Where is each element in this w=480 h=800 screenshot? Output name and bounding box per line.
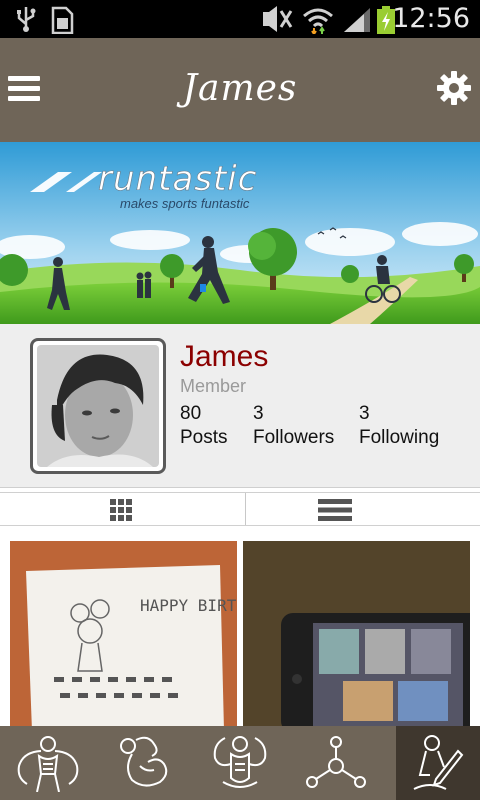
stat-following[interactable]: 3 Following bbox=[359, 402, 439, 450]
bodybuilder-front-icon bbox=[17, 736, 79, 792]
cover-banner: runtastic makes sports funtastic bbox=[0, 142, 480, 324]
grid-view-icon bbox=[110, 499, 132, 521]
app-screen: 12:56 James runtastic makes sports funta… bbox=[0, 0, 480, 800]
profile-name: James bbox=[180, 340, 269, 373]
signal-icon bbox=[342, 6, 372, 39]
post-thumbnail[interactable] bbox=[243, 541, 470, 731]
phone-photo bbox=[243, 541, 470, 731]
post-thumbnail[interactable]: HAPPY BIRTHDAY bbox=[10, 541, 237, 731]
stat-posts[interactable]: 80 Posts bbox=[180, 402, 228, 450]
profile-header: James Member 80 Posts 3 Followers 3 Foll… bbox=[0, 324, 480, 488]
posts-grid: HAPPY BIRTHDAY bbox=[0, 526, 480, 731]
birthday-card-photo: HAPPY BIRTHDAY bbox=[10, 541, 237, 731]
stat-followers[interactable]: 3 Followers bbox=[253, 402, 334, 450]
gear-icon[interactable] bbox=[436, 70, 472, 106]
banner-brand: runtastic bbox=[98, 159, 257, 199]
social-network-icon bbox=[306, 736, 366, 788]
edit-pen-icon bbox=[413, 735, 464, 790]
tab-muscle-torso[interactable] bbox=[192, 726, 288, 800]
list-view-button[interactable] bbox=[246, 493, 480, 525]
sim-card-icon bbox=[50, 6, 74, 39]
bottom-nav bbox=[0, 726, 480, 800]
stat-following-label: Following bbox=[359, 427, 440, 448]
avatar[interactable] bbox=[30, 338, 166, 474]
banner-tagline: makes sports funtastic bbox=[120, 196, 250, 211]
stat-posts-label: Posts bbox=[180, 427, 228, 448]
profile-role: Member bbox=[180, 376, 247, 396]
flexing-arm-icon bbox=[120, 736, 168, 787]
stat-followers-value: 3 bbox=[253, 403, 264, 424]
page-title: James bbox=[182, 68, 298, 109]
stat-following-value: 3 bbox=[359, 403, 370, 424]
usb-icon bbox=[14, 6, 38, 37]
status-time: 12:56 bbox=[392, 3, 470, 34]
action-bar: James bbox=[0, 38, 480, 142]
tab-bodybuilder[interactable] bbox=[0, 726, 96, 800]
nfc-muted-icon bbox=[260, 6, 294, 37]
stat-posts-value: 80 bbox=[180, 403, 202, 424]
tab-social-network[interactable] bbox=[288, 726, 384, 800]
card-caption-art: HAPPY BIRTHDAY bbox=[140, 596, 237, 615]
stat-followers-label: Followers bbox=[253, 427, 335, 448]
list-view-icon bbox=[318, 499, 352, 521]
status-bar: 12:56 bbox=[0, 0, 480, 38]
wifi-icon bbox=[302, 6, 334, 39]
grid-view-button[interactable] bbox=[0, 493, 240, 525]
tab-edit[interactable] bbox=[396, 726, 480, 800]
view-toggle-bar bbox=[0, 492, 480, 526]
tab-flexing-arm[interactable] bbox=[96, 726, 192, 800]
muscle-torso-icon bbox=[213, 736, 267, 788]
avatar-photo bbox=[37, 345, 159, 467]
